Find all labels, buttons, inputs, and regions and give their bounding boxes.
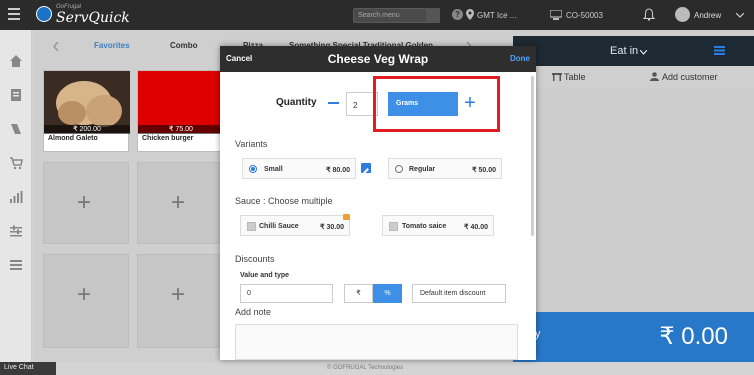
menu-tile-almond-galeto[interactable]: ₹ 200.00 Almond Galeto: [43, 70, 130, 152]
tab-favorites[interactable]: Favorites: [94, 41, 130, 50]
empty-tile[interactable]: +: [137, 254, 223, 348]
cancel-button[interactable]: Cancel: [226, 54, 252, 63]
sauce-label: Sauce : Choose multiple: [235, 196, 333, 206]
add-icon: +: [171, 281, 186, 308]
footer: © GOFRUGAL Technologies: [0, 362, 754, 375]
checkbox[interactable]: [389, 222, 398, 231]
discounts-label: Discounts: [235, 254, 275, 264]
checkbox[interactable]: [247, 222, 256, 231]
discount-value-input[interactable]: 0: [240, 284, 333, 303]
avatar[interactable]: [675, 7, 690, 22]
sauce-price: ₹ 40.00: [464, 224, 488, 231]
reports-icon[interactable]: [9, 190, 23, 204]
location-label[interactable]: GMT Ice ...: [477, 11, 516, 20]
add-icon: +: [77, 189, 92, 216]
search-icon[interactable]: [426, 8, 440, 23]
order-panel: Eat in Table Add customer y ₹ 0.00: [513, 30, 754, 375]
note-textarea[interactable]: [235, 324, 518, 360]
left-sidebar: [0, 30, 32, 375]
logo-icon: [36, 6, 52, 22]
order-header: Eat in: [513, 36, 754, 66]
item-name: Chicken burger: [142, 135, 194, 142]
chevron-down-icon[interactable]: [640, 50, 647, 55]
edit-icon[interactable]: [361, 163, 371, 174]
sauce-option-tomato[interactable]: Tomato saice ₹ 40.00: [382, 215, 494, 236]
brand-name: ServQuick: [56, 10, 130, 26]
highlight-box: [373, 76, 500, 132]
item-image: [138, 71, 224, 133]
bell-icon[interactable]: [643, 8, 655, 21]
sauce-name: Tomato saice: [402, 223, 447, 230]
item-price: ₹ 75.00: [138, 125, 224, 134]
kitchen-icon[interactable]: [9, 122, 23, 136]
menu-tile-chicken-burger[interactable]: ₹ 75.00 Chicken burger: [137, 70, 224, 152]
badge-icon: [343, 214, 350, 220]
variant-price: ₹ 50.00: [472, 167, 496, 174]
add-note-label: Add note: [235, 307, 272, 317]
add-icon: +: [171, 189, 186, 216]
variant-name: Regular: [409, 166, 436, 173]
quantity-label: Quantity: [276, 97, 317, 108]
variant-name: Small: [264, 166, 283, 173]
live-chat-label: Live Chat: [4, 364, 34, 371]
inventory-icon[interactable]: [9, 258, 23, 272]
item-price: ₹ 200.00: [44, 125, 130, 134]
modal-header: Cheese Veg Wrap Cancel Done: [220, 46, 536, 72]
cart-icon[interactable]: [9, 156, 23, 170]
sauce-name: Chilli Sauce: [259, 223, 299, 230]
decrement-button[interactable]: [328, 102, 339, 104]
top-bar: GoFrugal ServQuick Search menu ? GMT Ice…: [0, 0, 754, 30]
copyright: © GOFRUGAL Technologies: [327, 365, 404, 371]
table-icon: [552, 73, 562, 81]
modal-scrollbar[interactable]: [531, 76, 534, 236]
user-icon: [650, 72, 659, 81]
discount-type-percent[interactable]: %: [373, 284, 402, 303]
list-view-icon[interactable]: [714, 46, 725, 55]
home-icon[interactable]: [9, 54, 23, 68]
tab-combo[interactable]: Combo: [170, 41, 198, 50]
sauce-price: ₹ 30.00: [320, 224, 344, 231]
empty-tile[interactable]: +: [137, 162, 223, 244]
settings-sliders-icon[interactable]: [9, 224, 23, 238]
variant-option-small[interactable]: Small ₹ 80.00: [242, 158, 356, 179]
modal-title: Cheese Veg Wrap: [327, 52, 429, 66]
order-total-bar[interactable]: y ₹ 0.00: [513, 312, 754, 362]
done-button[interactable]: Done: [510, 54, 530, 63]
item-name: Almond Galeto: [48, 135, 98, 142]
add-customer-button[interactable]: Add customer: [662, 72, 718, 82]
user-name[interactable]: Andrew: [694, 11, 721, 20]
item-image: [44, 71, 130, 133]
service-mode[interactable]: Eat in: [610, 45, 638, 57]
live-chat-button[interactable]: Live Chat: [0, 362, 56, 375]
help-icon[interactable]: ?: [452, 9, 463, 20]
discount-type-rupee[interactable]: ₹: [344, 284, 373, 303]
variant-price: ₹ 80.00: [326, 167, 350, 174]
table-button[interactable]: Table: [564, 72, 586, 82]
location-pin-icon: [466, 9, 474, 20]
order-total: ₹ 0.00: [659, 323, 728, 350]
sauce-option-chilli[interactable]: Chilli Sauce ₹ 30.00: [240, 215, 350, 236]
radio-unselected-icon[interactable]: [395, 165, 403, 173]
value-type-label: Value and type: [240, 272, 290, 279]
variants-label: Variants: [235, 139, 268, 149]
store-label[interactable]: CO-50003: [566, 11, 603, 20]
chevron-left-icon[interactable]: [53, 42, 59, 51]
radio-selected-icon[interactable]: [249, 165, 257, 173]
empty-tile[interactable]: +: [43, 162, 129, 244]
default-discount-button[interactable]: Default item discount: [412, 284, 506, 303]
order-subheader: Table Add customer: [513, 66, 754, 88]
item-customize-modal: Cheese Veg Wrap Cancel Done Quantity 2 G…: [220, 46, 536, 360]
orders-icon[interactable]: [9, 88, 23, 102]
add-icon: +: [77, 281, 92, 308]
empty-tile[interactable]: +: [43, 254, 129, 348]
variant-option-regular[interactable]: Regular ₹ 50.00: [388, 158, 502, 179]
menu-icon[interactable]: [8, 8, 20, 22]
register-icon: [550, 10, 562, 20]
chevron-down-icon[interactable]: [736, 13, 744, 18]
